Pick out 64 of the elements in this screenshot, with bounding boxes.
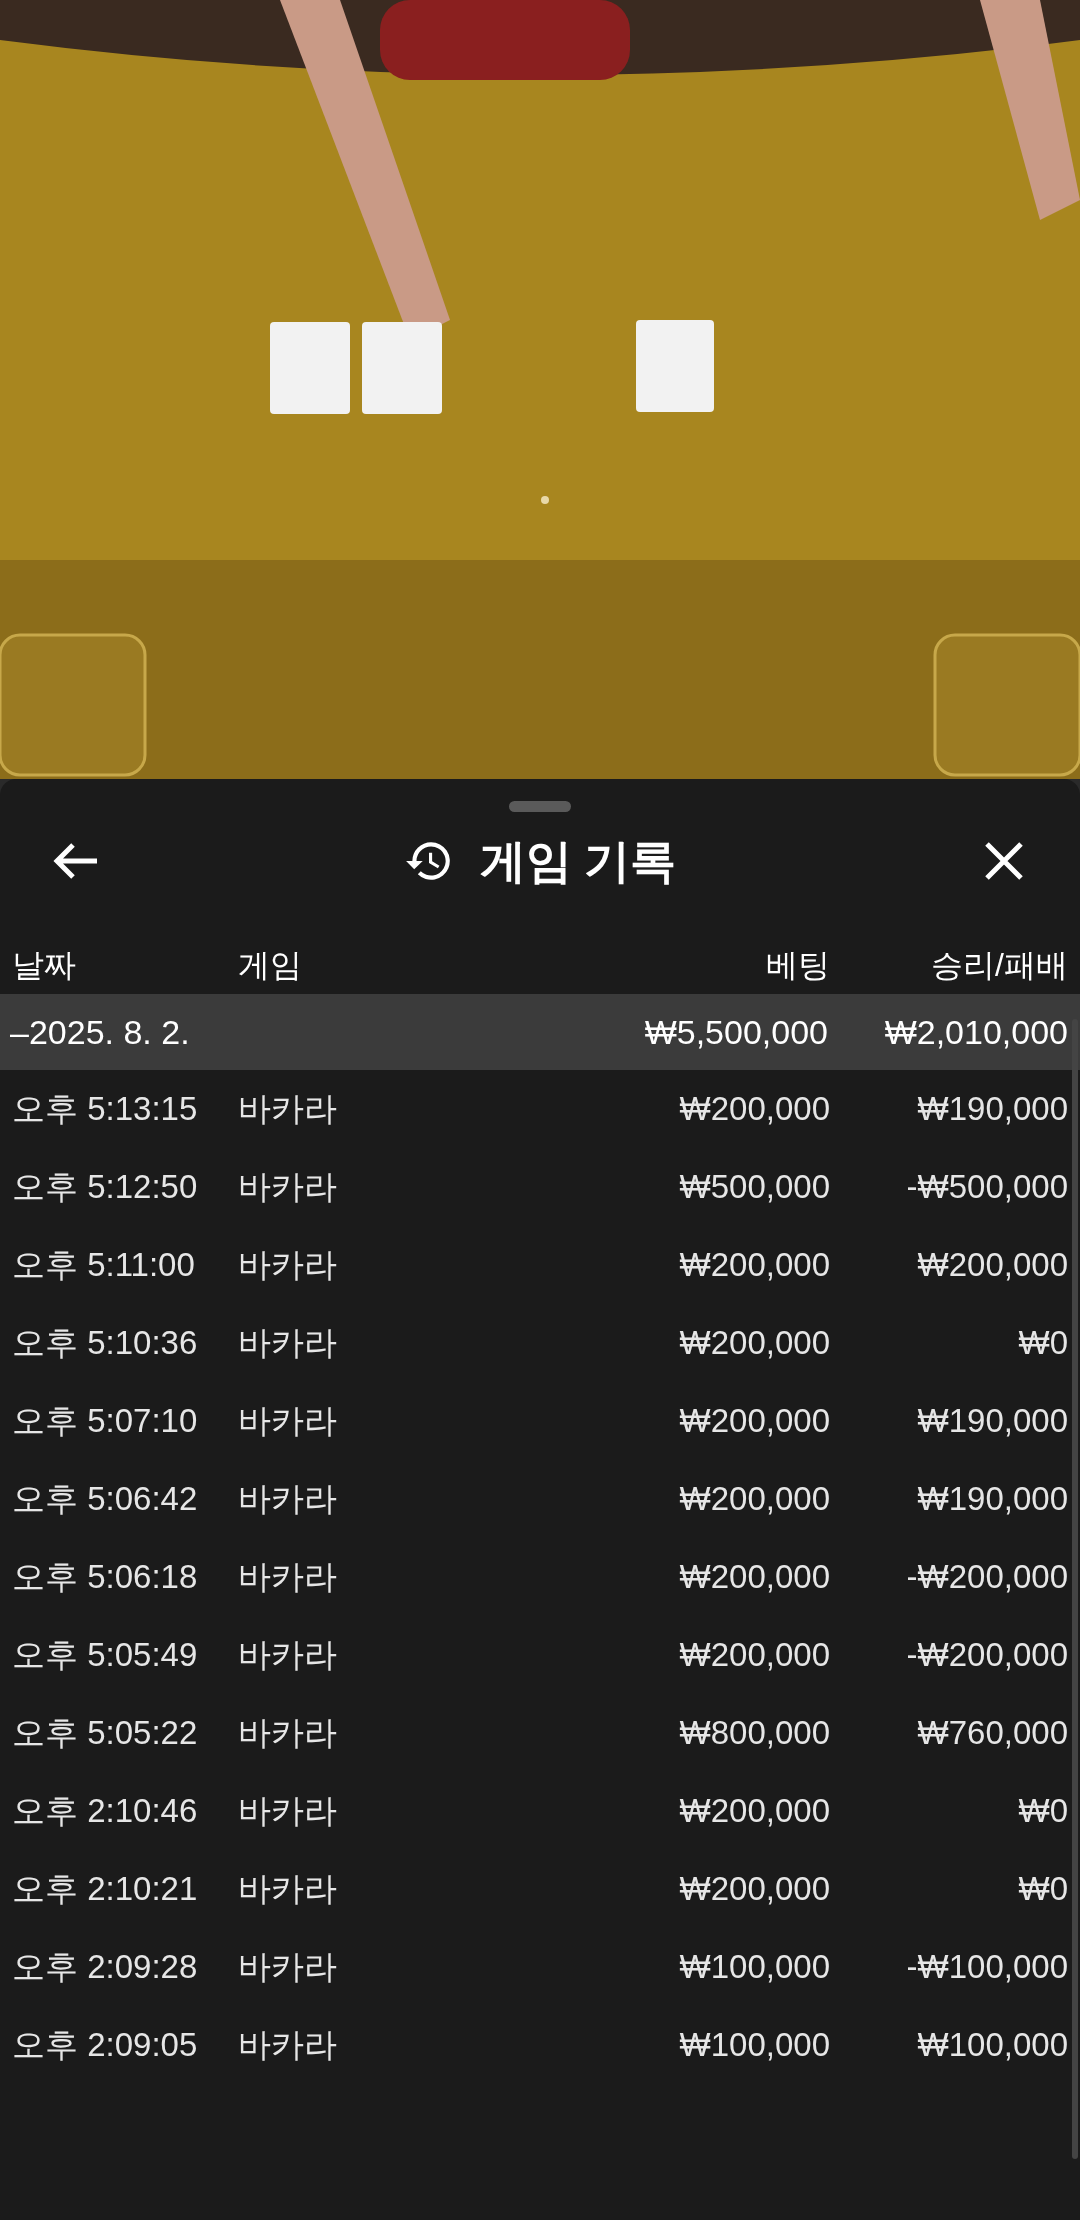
time-cell-text: 오후 2:09:28 (12, 1947, 199, 1988)
time-cell-text: 오후 5:13:15 (12, 1089, 199, 1130)
time-cell-text: 오후 5:06:18 (12, 1557, 199, 1598)
game-cell-text: 바카라 (238, 1947, 338, 1988)
game-cell-text: 바카라 (238, 1245, 338, 1286)
game-cell-text: 바카라 (238, 1791, 338, 1832)
game-cell-text: 바카라 (238, 2025, 338, 2066)
back-arrow-icon (53, 841, 99, 881)
summary-result: ₩2,010,000 (883, 1011, 1068, 1053)
drag-handle[interactable] (509, 801, 571, 812)
result-cell-text: ₩200,000 (916, 1245, 1068, 1286)
result-cell-text: ₩100,000 (916, 2025, 1068, 2066)
bet-cell-text: ₩200,000 (678, 1791, 830, 1832)
summary-bet: ₩5,500,000 (643, 1011, 828, 1053)
bet-cell-text: ₩200,000 (678, 1245, 830, 1286)
bet-cell-text: ₩100,000 (678, 1947, 830, 1988)
result-cell-text: ₩190,000 (916, 1401, 1068, 1442)
summary-date: –2025. 8. 2. (10, 1011, 191, 1053)
bet-cell-text: ₩200,000 (678, 1323, 830, 1364)
scrollbar[interactable] (1072, 1019, 1078, 2159)
column-header: 승리/패배 (930, 946, 1068, 985)
time-cell-text: 오후 2:10:21 (12, 1869, 199, 1910)
game-cell-text: 바카라 (238, 1089, 338, 1130)
result-cell-text: ₩190,000 (916, 1089, 1068, 1130)
bet-cell-text: ₩200,000 (678, 1479, 830, 1520)
result-cell-text: -₩500,000 (905, 1167, 1068, 1208)
column-header: 게임 (238, 946, 303, 985)
column-header: 베팅 (765, 946, 830, 985)
time-cell-text: 오후 5:12:50 (12, 1167, 199, 1208)
column-header: 날짜 (12, 946, 77, 985)
result-cell-text: -₩200,000 (905, 1635, 1068, 1676)
time-cell-text: 오후 2:09:05 (12, 2025, 199, 2066)
time-cell-text: 오후 5:05:49 (12, 1635, 199, 1676)
time-cell-text: 오후 5:07:10 (12, 1401, 199, 1442)
bet-cell-text: ₩200,000 (678, 1869, 830, 1910)
result-cell-text: ₩190,000 (916, 1479, 1068, 1520)
bet-cell-text: ₩200,000 (678, 1557, 830, 1598)
panel-title: 게임 기록 (479, 833, 677, 889)
time-cell-text: 오후 2:10:46 (12, 1791, 199, 1832)
result-cell-text: ₩0 (1017, 1791, 1068, 1832)
bet-cell-text: ₩100,000 (678, 2025, 830, 2066)
result-cell-text: -₩100,000 (905, 1947, 1068, 1988)
bet-cell-text: ₩200,000 (678, 1401, 830, 1442)
bet-cell-text: ₩800,000 (678, 1713, 830, 1754)
game-cell-text: 바카라 (238, 1557, 338, 1598)
result-cell-text: ₩0 (1017, 1869, 1068, 1910)
game-cell-text: 바카라 (238, 1635, 338, 1676)
result-cell-text: ₩0 (1017, 1323, 1068, 1364)
bet-cell-text: ₩200,000 (678, 1089, 830, 1130)
game-cell-text: 바카라 (238, 1401, 338, 1442)
game-cell-text: 바카라 (238, 1713, 338, 1754)
time-cell-text: 오후 5:10:36 (12, 1323, 199, 1364)
game-cell-text: 바카라 (238, 1869, 338, 1910)
bet-cell-text: ₩500,000 (678, 1167, 830, 1208)
bet-cell-text: ₩200,000 (678, 1635, 830, 1676)
time-cell-text: 오후 5:06:42 (12, 1479, 199, 1520)
game-cell-text: 바카라 (238, 1167, 338, 1208)
close-icon (983, 840, 1025, 882)
game-cell-text: 바카라 (238, 1323, 338, 1364)
time-cell-text: 오후 5:05:22 (12, 1713, 199, 1754)
time-cell-text: 오후 5:11:00 (12, 1245, 196, 1286)
result-cell-text: ₩760,000 (916, 1713, 1068, 1754)
result-cell-text: -₩200,000 (905, 1557, 1068, 1598)
game-cell-text: 바카라 (238, 1479, 338, 1520)
